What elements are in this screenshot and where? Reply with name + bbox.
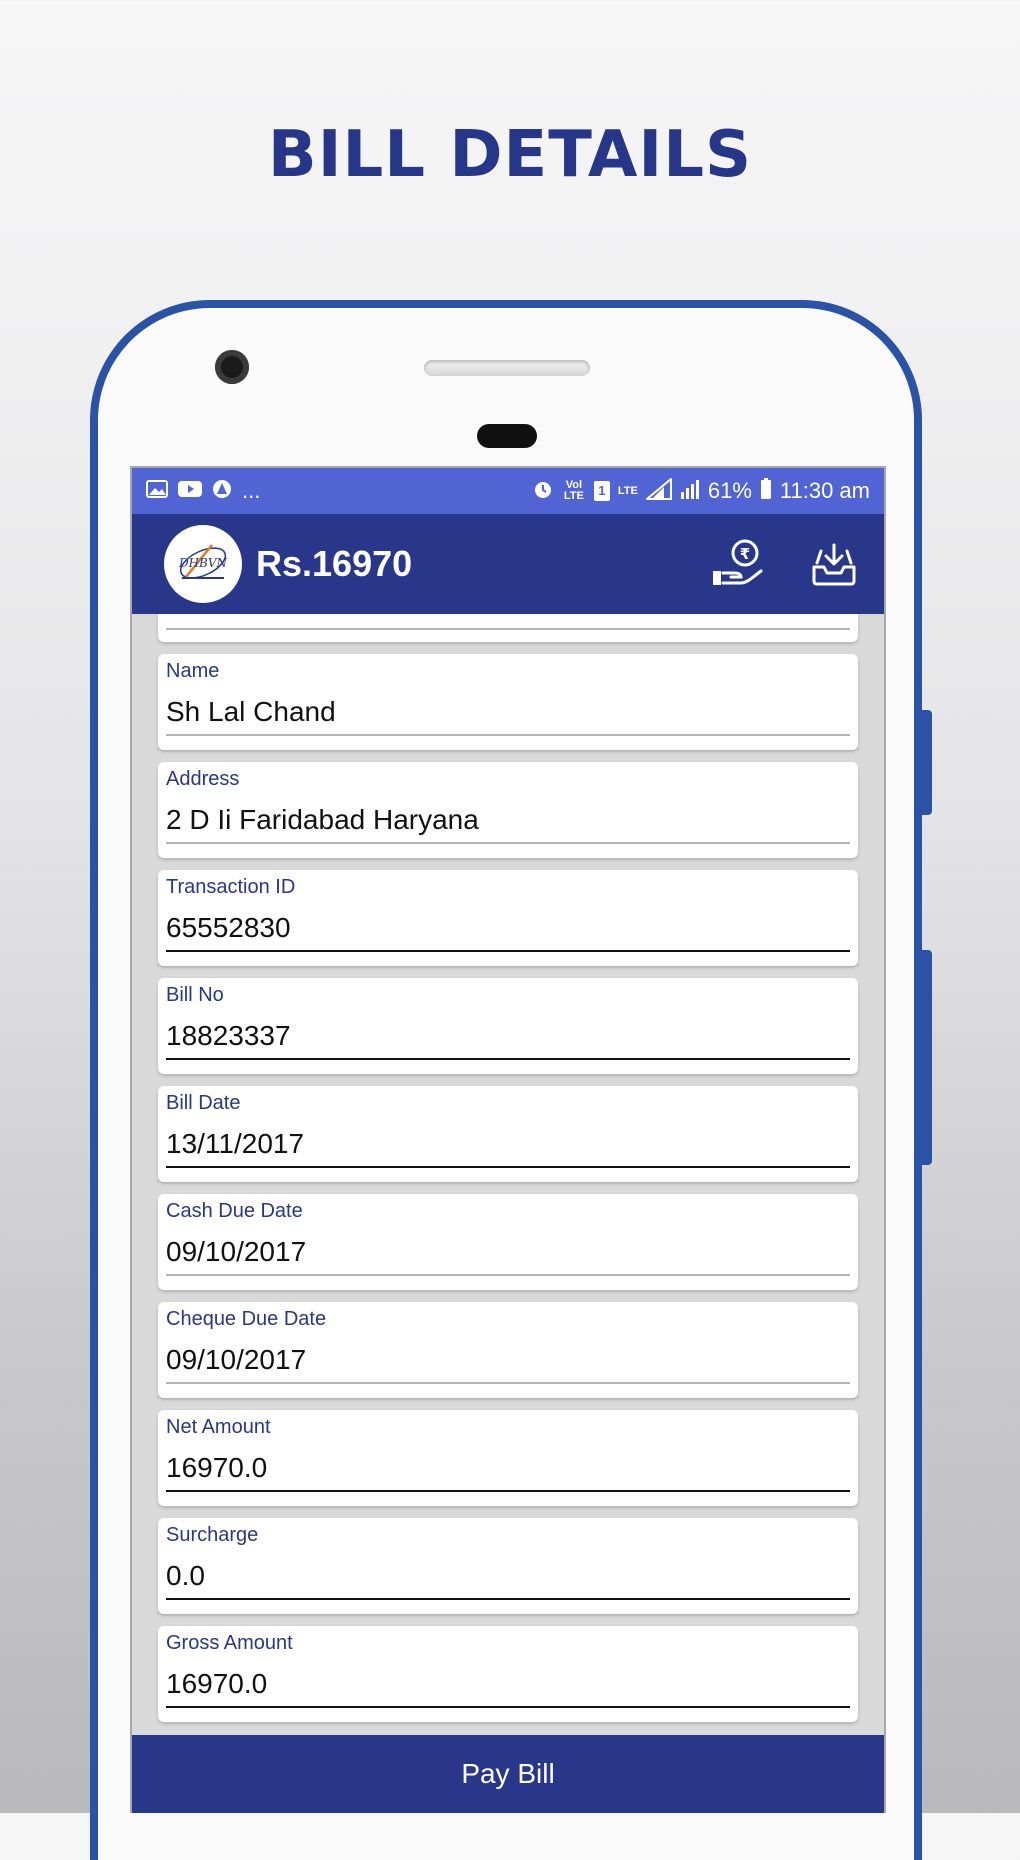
pay-bill-button[interactable]: Pay Bill <box>132 1735 884 1813</box>
dhbvn-logo: DHBVN <box>164 525 242 603</box>
alarm-icon <box>532 478 554 504</box>
bill-amount-title: Rs.16970 <box>256 543 413 584</box>
svg-text:DHBVN: DHBVN <box>178 556 228 570</box>
field-underline <box>166 1382 850 1384</box>
download-icon[interactable] <box>806 536 862 592</box>
field-card: Gross Amount 16970.0 <box>158 1626 858 1722</box>
field-card: Bill Date 13/11/2017 <box>158 1086 858 1182</box>
field-underline <box>166 1706 850 1708</box>
field-value[interactable]: 2 D Ii Faridabad Haryana <box>166 798 850 842</box>
field-underline <box>166 1058 850 1060</box>
battery-percent: 61% <box>707 478 752 503</box>
field-card: Address 2 D Ii Faridabad Haryana <box>158 762 858 858</box>
lte-indicator: LTE <box>617 484 638 497</box>
field-label: Cash Due Date <box>166 1200 303 1222</box>
field-card-partial <box>158 614 858 642</box>
field-card: Name Sh Lal Chand <box>158 654 858 750</box>
signal-icon <box>644 476 672 504</box>
field-label: Net Amount <box>166 1416 271 1438</box>
field-card: Net Amount 16970.0 <box>158 1410 858 1506</box>
field-underline <box>166 1274 850 1276</box>
field-card: Bill No 18823337 <box>158 978 858 1074</box>
field-value[interactable]: 13/11/2017 <box>166 1122 850 1166</box>
field-value[interactable]: 65552830 <box>166 906 850 950</box>
battery-icon <box>760 478 772 504</box>
gallery-notification-icon <box>146 480 168 502</box>
field-label: Transaction ID <box>166 876 296 898</box>
field-value[interactable]: 16970.0 <box>166 1662 850 1706</box>
field-label: Surcharge <box>166 1524 259 1546</box>
volte-indicator: Vol LTE <box>563 479 584 502</box>
field-label: Name <box>166 660 220 682</box>
proximity-sensor <box>477 424 537 448</box>
field-card: Cash Due Date 09/10/2017 <box>158 1194 858 1290</box>
sim-icon: 1 <box>593 481 610 501</box>
field-value[interactable]: Sh Lal Chand <box>166 690 850 734</box>
field-value[interactable]: 18823337 <box>166 1014 850 1058</box>
field-card: Transaction ID 65552830 <box>158 870 858 966</box>
field-value[interactable]: 16970.0 <box>166 1446 850 1490</box>
field-value[interactable]: 09/10/2017 <box>166 1230 850 1274</box>
app-notification-icon <box>212 479 232 503</box>
field-card: Surcharge 0.0 <box>158 1518 858 1614</box>
signal-bars-icon <box>680 478 700 504</box>
field-underline <box>166 842 850 844</box>
pay-rupee-icon[interactable]: ₹ <box>710 536 766 592</box>
earpiece-speaker <box>424 360 590 376</box>
bill-details-list: Name Sh Lal Chand Address 2 D Ii Faridabad … <box>132 614 884 1722</box>
svg-text:₹: ₹ <box>740 545 750 563</box>
field-card: Cheque Due Date 09/10/2017 <box>158 1302 858 1398</box>
phone-screen: ... Vol LTE 1 LTE 61% 11:30 am DHBVN Rs.… <box>130 466 886 1813</box>
field-underline <box>166 734 850 736</box>
front-camera <box>215 350 249 384</box>
field-underline <box>166 950 850 952</box>
field-value[interactable]: 0.0 <box>166 1554 850 1598</box>
page-headline: BILL DETAILS <box>267 118 753 192</box>
more-notifications: ... <box>242 478 261 503</box>
clock: 11:30 am <box>779 478 870 503</box>
phone-side-button <box>922 950 932 1165</box>
youtube-notification-icon <box>178 480 202 502</box>
field-label: Bill Date <box>166 1092 241 1114</box>
field-label: Gross Amount <box>166 1632 293 1654</box>
field-underline <box>166 1490 850 1492</box>
app-bar: DHBVN Rs.16970 ₹ <box>132 514 884 614</box>
phone-side-button <box>922 710 932 815</box>
field-underline <box>166 1166 850 1168</box>
field-value[interactable]: 09/10/2017 <box>166 1338 850 1382</box>
status-bar: ... Vol LTE 1 LTE 61% 11:30 am <box>132 468 884 514</box>
field-underline <box>166 1598 850 1600</box>
field-label: Address <box>166 768 240 790</box>
field-label: Bill No <box>166 984 224 1006</box>
field-label: Cheque Due Date <box>166 1308 327 1330</box>
